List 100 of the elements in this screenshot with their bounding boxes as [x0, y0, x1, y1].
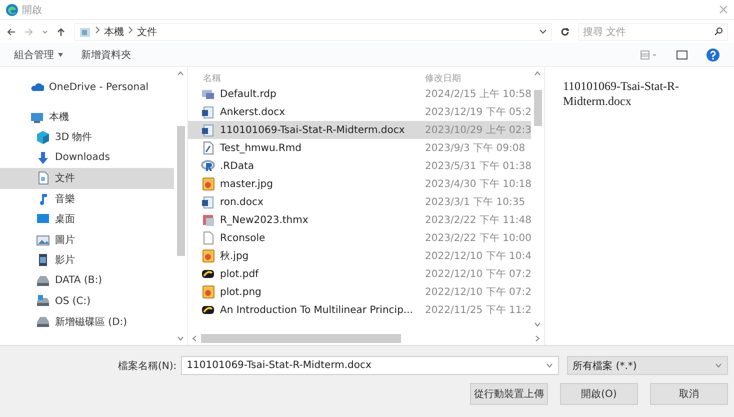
- view-options-icon[interactable]: [640, 50, 658, 60]
- file-row[interactable]: Rconsole 2023/2/22 下午 10:00: [188, 229, 532, 247]
- file-row[interactable]: 110101069-Tsai-Stat-R-Midterm.docx 2023/10/29 上午 02:3: [188, 121, 532, 139]
- file-name: Test_hmwu.Rmd: [220, 142, 302, 154]
- modified-date: 2023/3/1 下午 10:35: [425, 196, 526, 209]
- download-arrow-icon: [36, 150, 50, 165]
- file-row[interactable]: Ankerst.docx 2023/12/19 下午 05:2: [188, 103, 532, 121]
- chevron-icon: [128, 26, 133, 34]
- file-row[interactable]: master.jpg 2023/4/30 下午 10:18: [188, 175, 532, 193]
- filename-label: 檔案名稱(N):: [118, 360, 177, 372]
- file-name: R_New2023.thmx: [220, 214, 308, 226]
- scroll-left-icon: [192, 334, 197, 342]
- nav-item[interactable]: 影片: [0, 250, 174, 270]
- drive-icon: [36, 274, 50, 288]
- modified-date: 2022/12/10 下午 07:2: [425, 268, 532, 281]
- forward-arrow-icon[interactable]: [24, 26, 34, 36]
- dropdown-icon: [546, 363, 553, 368]
- breadcrumb[interactable]: 本機: [104, 24, 124, 38]
- help-icon[interactable]: [706, 48, 720, 62]
- modified-date: 2023/5/31 下午 01:38: [425, 160, 532, 173]
- caret-icon[interactable]: [42, 28, 48, 34]
- modified-date: 2023/2/22 下午 10:00: [425, 232, 532, 245]
- dropdown-icon: [715, 363, 722, 368]
- file-name: 110101069-Tsai-Stat-R-Midterm.docx: [220, 124, 405, 136]
- remote-desktop-icon: [201, 87, 215, 101]
- modified-date: 2023/4/30 下午 10:18: [425, 178, 532, 191]
- file-row[interactable]: Default.rdp 2024/2/15 上午 10:58: [188, 85, 532, 103]
- filename-field[interactable]: 110101069-Tsai-Stat-R-Midterm.docx: [180, 356, 559, 375]
- up-arrow-icon[interactable]: [56, 26, 66, 36]
- nav-item[interactable]: 本機: [0, 106, 174, 127]
- file-row[interactable]: ron.docx 2023/3/1 下午 10:35: [188, 193, 532, 211]
- nav-item[interactable]: 圖片: [0, 230, 174, 250]
- file-name: .RData: [220, 160, 254, 172]
- address-bar[interactable]: 本機 文件: [74, 22, 552, 40]
- breadcrumb[interactable]: 文件: [137, 24, 157, 38]
- scroll-right-icon: [535, 334, 540, 342]
- file-type-dropdown[interactable]: 所有檔案 (*.*): [566, 356, 728, 375]
- ring-file-icon: [201, 159, 215, 173]
- word-document-icon: [201, 105, 215, 119]
- file-row[interactable]: .RData 2023/5/31 下午 01:38: [188, 157, 532, 175]
- nav-item[interactable]: 音樂: [0, 188, 174, 209]
- modified-date: 2022/12/10 下午 10:4: [425, 250, 532, 263]
- file-name: Ankerst.docx: [220, 106, 286, 118]
- back-arrow-icon[interactable]: [6, 26, 16, 36]
- word-document-icon: [201, 195, 215, 209]
- file-row[interactable]: An Introduction To Multilinear Princip... 2022/11/25 下午 11:2: [188, 301, 532, 319]
- nav-item[interactable]: OS (C:): [0, 291, 174, 312]
- pdf-file-icon: [201, 303, 215, 317]
- nav-item[interactable]: 3D 物件: [0, 127, 174, 148]
- organize-menu[interactable]: 組合管理: [14, 46, 63, 64]
- dialog-button[interactable]: 從行動裝置上傳: [470, 383, 548, 405]
- nav-item[interactable]: 桌面: [0, 209, 174, 230]
- drive-icon: [36, 314, 50, 329]
- scroll-up-icon: [534, 71, 542, 76]
- browser-logo-icon: [6, 4, 18, 16]
- scroll-down-icon: [534, 322, 542, 327]
- dropdown-icon[interactable]: [539, 28, 547, 34]
- file-row[interactable]: R_New2023.thmx 2023/2/22 下午 11:48: [188, 211, 532, 229]
- filename-value: 110101069-Tsai-Stat-R-Midterm.docx: [186, 360, 372, 371]
- modified-date: 2023/10/29 上午 02:3: [425, 124, 532, 137]
- nav-item[interactable]: Downloads: [0, 148, 174, 168]
- dialog-button[interactable]: 取消: [650, 383, 728, 405]
- scrollbar-thumb[interactable]: [534, 90, 542, 126]
- close-icon[interactable]: [719, 5, 728, 14]
- file-row[interactable]: plot.png 2022/12/10 下午 07:2: [188, 283, 532, 301]
- file-row[interactable]: plot.pdf 2022/12/10 下午 07:2: [188, 265, 532, 283]
- modified-date: 2023/12/19 下午 05:2: [425, 106, 532, 119]
- caret-icon: [58, 52, 63, 56]
- file-row[interactable]: Test_hmwu.Rmd 2023/9/3 下午 09:08: [188, 139, 532, 157]
- preview-pane-icon[interactable]: [676, 50, 688, 60]
- image-file-icon: [201, 177, 215, 191]
- refresh-icon[interactable]: [560, 26, 570, 36]
- drive-icon: [36, 294, 50, 308]
- nav-item[interactable]: 文件: [0, 168, 174, 188]
- file-name: plot.png: [220, 286, 262, 298]
- file-name: master.jpg: [220, 178, 273, 190]
- scrollbar-thumb[interactable]: [201, 334, 401, 342]
- script-file-icon: [201, 141, 215, 155]
- file-name: An Introduction To Multilinear Princip...: [220, 304, 413, 316]
- new-folder-button[interactable]: 新增資料夾: [81, 46, 131, 64]
- nav-item[interactable]: OneDrive - Personal: [0, 77, 174, 98]
- scroll-up-icon: [177, 71, 184, 76]
- search-placeholder: 搜尋 文件: [583, 26, 626, 38]
- dialog-button[interactable]: 開啟(O): [560, 383, 638, 405]
- scrollbar-thumb[interactable]: [176, 126, 184, 256]
- chevron-icon: [95, 26, 100, 34]
- cube-icon: [36, 130, 50, 144]
- pdf-file-icon: [201, 267, 215, 281]
- image-file-icon: [201, 249, 215, 263]
- file-name: 秋.jpg: [220, 250, 249, 263]
- modified-date: 2024/2/15 上午 10:58: [425, 88, 532, 101]
- modified-date: 2022/12/10 下午 07:2: [425, 286, 532, 299]
- window-title: 開啟: [22, 4, 42, 16]
- scroll-down-icon: [177, 336, 184, 341]
- file-name: Default.rdp: [220, 88, 276, 100]
- folder-icon: [79, 26, 91, 38]
- nav-item[interactable]: DATA (B:): [0, 270, 174, 291]
- blank-file-icon: [201, 231, 215, 245]
- file-row[interactable]: 秋.jpg 2022/12/10 下午 10:4: [188, 247, 532, 265]
- nav-item[interactable]: 新增磁碟區 (D:): [0, 312, 174, 332]
